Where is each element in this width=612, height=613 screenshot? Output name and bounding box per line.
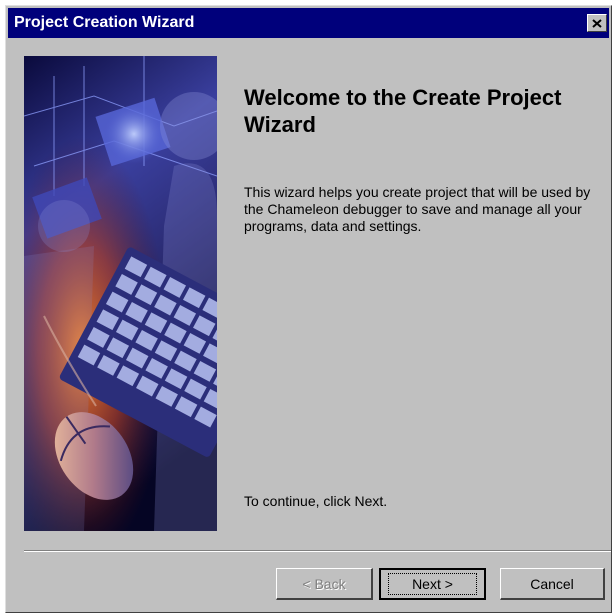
close-button[interactable] xyxy=(587,14,607,32)
continue-hint: To continue, click Next. xyxy=(244,493,388,509)
close-icon xyxy=(592,18,602,28)
back-button[interactable]: < Back xyxy=(276,568,373,600)
window-title: Project Creation Wizard xyxy=(14,14,195,31)
back-button-label: < Back xyxy=(302,575,346,592)
button-separator xyxy=(24,550,611,552)
wizard-dialog: Project Creation Wizard Welcome to the C… xyxy=(5,5,612,613)
wizard-intro-text: This wizard helps you create project tha… xyxy=(244,184,591,234)
title-bar[interactable]: Project Creation Wizard xyxy=(8,8,609,38)
next-button[interactable]: Next > xyxy=(379,568,486,600)
wizard-side-image xyxy=(24,56,217,531)
next-button-label: Next > xyxy=(388,573,477,595)
cancel-button[interactable]: Cancel xyxy=(500,568,605,600)
cancel-button-label: Cancel xyxy=(530,575,574,592)
wizard-heading: Welcome to the Create Project Wizard xyxy=(244,85,562,137)
